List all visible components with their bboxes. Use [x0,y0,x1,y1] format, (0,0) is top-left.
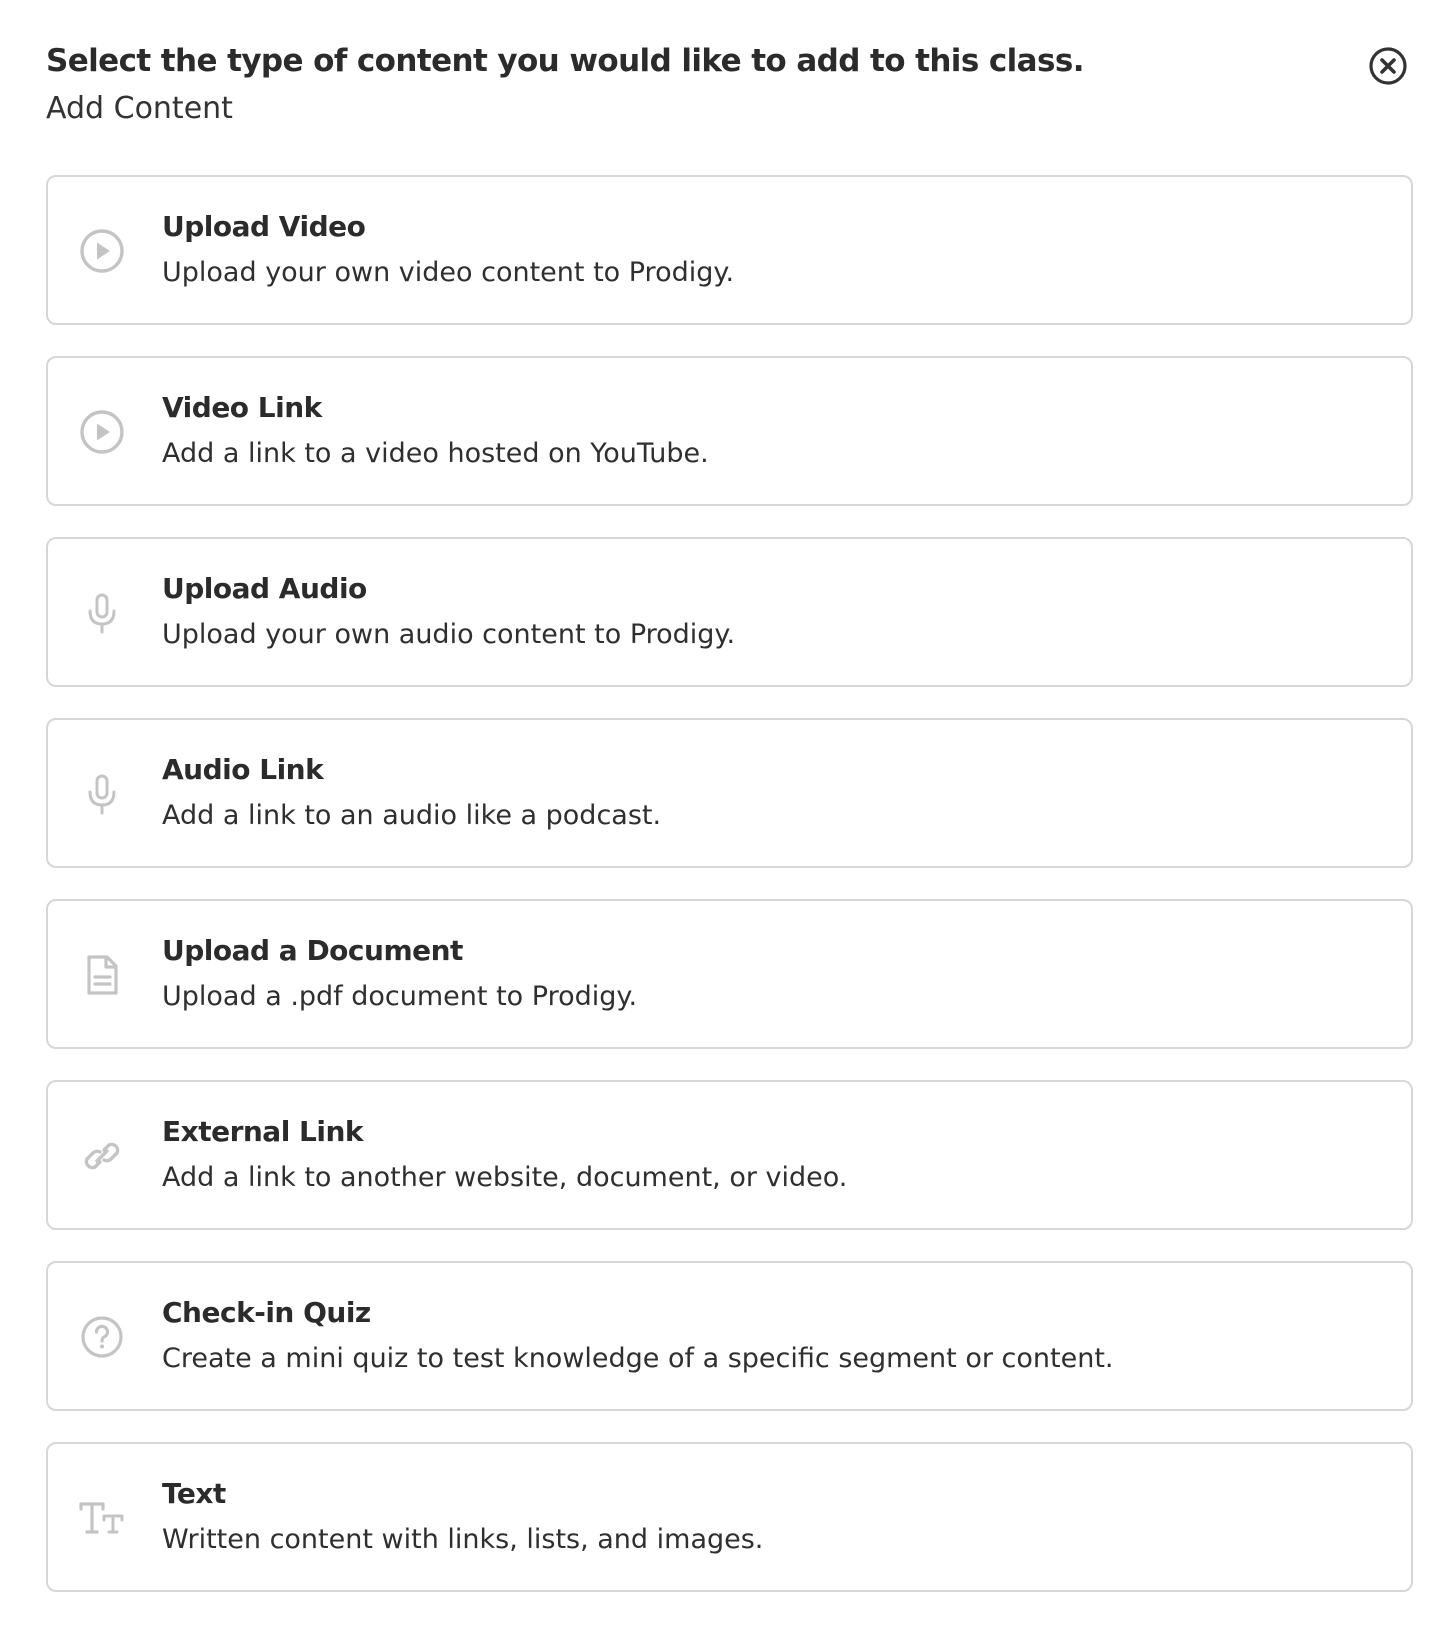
option-text: Upload Video Upload your own video conte… [162,207,1391,293]
option-video-link[interactable]: Video Link Add a link to a video hosted … [46,356,1413,506]
option-description: Upload your own video content to Prodigy… [162,257,735,288]
option-title: Audio Link [162,753,324,786]
option-text: Video Link Add a link to a video hosted … [162,388,1391,474]
option-description: Written content with links, lists, and i… [162,1524,764,1555]
microphone-icon [78,770,126,818]
modal-subtitle: Add Content [46,91,233,126]
option-description: Create a mini quiz to test knowledge of … [162,1343,1114,1374]
microphone-icon [78,589,126,637]
option-text: Check-in Quiz Create a mini quiz to test… [162,1293,1391,1379]
add-content-modal: Select the type of content you would lik… [0,0,1454,1640]
option-title: Text [162,1477,226,1510]
option-upload-audio[interactable]: Upload Audio Upload your own audio conte… [46,537,1413,687]
option-title: Check-in Quiz [162,1296,371,1329]
option-check-in-quiz[interactable]: Check-in Quiz Create a mini quiz to test… [46,1261,1413,1411]
text-format-icon [78,1494,126,1542]
play-circle-icon [78,227,126,275]
option-title: External Link [162,1115,364,1148]
option-description: Upload a .pdf document to Prodigy. [162,981,638,1012]
option-text: External Link Add a link to another webs… [162,1112,1391,1198]
option-description: Add a link to an audio like a podcast. [162,800,662,831]
option-title: Video Link [162,391,322,424]
document-icon [78,951,126,999]
option-text: Audio Link Add a link to an audio like a… [162,750,1391,836]
option-text: Upload a Document Upload a .pdf document… [162,931,1391,1017]
modal-header: Select the type of content you would lik… [46,40,1346,130]
option-upload-video[interactable]: Upload Video Upload your own video conte… [46,175,1413,325]
option-text: Text Written content with links, lists, … [162,1474,1391,1560]
modal-title: Select the type of content you would lik… [46,43,1084,79]
play-circle-icon [78,408,126,456]
option-description: Upload your own audio content to Prodigy… [162,619,736,650]
option-text: Upload Audio Upload your own audio conte… [162,569,1391,655]
option-text-content[interactable]: Text Written content with links, lists, … [46,1442,1413,1592]
option-title: Upload Video [162,210,366,243]
content-type-list: Upload Video Upload your own video conte… [46,175,1413,1623]
option-upload-document[interactable]: Upload a Document Upload a .pdf document… [46,899,1413,1049]
option-title: Upload Audio [162,572,367,605]
option-description: Add a link to a video hosted on YouTube. [162,438,709,469]
option-external-link[interactable]: External Link Add a link to another webs… [46,1080,1413,1230]
question-circle-icon [78,1313,126,1361]
option-audio-link[interactable]: Audio Link Add a link to an audio like a… [46,718,1413,868]
option-title: Upload a Document [162,934,463,967]
close-circle-icon [1369,47,1407,85]
link-icon [78,1132,126,1180]
close-button[interactable] [1368,46,1408,86]
option-description: Add a link to another website, document,… [162,1162,848,1193]
